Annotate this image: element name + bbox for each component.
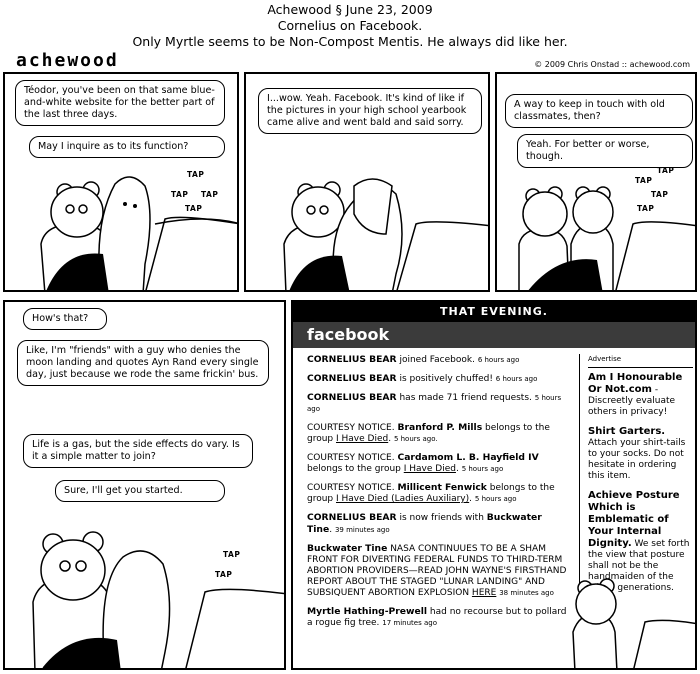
tap-sound: TAP — [187, 170, 205, 179]
tap-sound: TAP — [635, 176, 653, 185]
tap-sound: TAP — [201, 190, 219, 199]
speech-bubble-7: Like, I'm "friends" with a guy who denie… — [17, 340, 269, 386]
speech-bubble-2: May I inquire as to its function? — [29, 136, 225, 158]
speech-bubble-1: Téodor, you've been on that same blue-an… — [15, 80, 225, 126]
copyright: © 2009 Chris Onstad :: achewood.com — [534, 60, 690, 69]
speech-bubble-6: How's that? — [23, 308, 107, 330]
panel-5: THAT EVENING. facebook CORNELIUS BEAR jo… — [291, 300, 697, 670]
panel-1: Téodor, you've been on that same blue-an… — [3, 72, 239, 292]
tap-sound: TAP — [171, 190, 189, 199]
panel-3: A way to keep in touch with old classmat… — [495, 72, 697, 292]
speech-bubble-5: Yeah. For better or worse, though. — [517, 134, 693, 168]
speech-bubble-4: A way to keep in touch with old classmat… — [505, 94, 693, 128]
achewood-logo: achewood — [16, 50, 119, 71]
tap-sound: TAP — [223, 550, 241, 559]
speech-bubble-9: Sure, I'll get you started. — [55, 480, 225, 502]
tap-sound: TAP — [651, 190, 669, 199]
subtitle-line: Only Myrtle seems to be Non-Compost Ment… — [132, 34, 568, 49]
tap-sound: TAP — [215, 570, 233, 579]
comic-header: Achewood § June 23, 2009 Cornelius on Fa… — [0, 2, 700, 50]
tap-sound: TAP — [185, 204, 203, 213]
tap-sound: TAP — [637, 204, 655, 213]
date-line: Achewood § June 23, 2009 — [267, 2, 433, 17]
speech-bubble-3: I...wow. Yeah. Facebook. It's kind of li… — [258, 88, 482, 134]
panel-2: I...wow. Yeah. Facebook. It's kind of li… — [244, 72, 490, 292]
panel-4: How's that? Like, I'm "friends" with a g… — [3, 300, 286, 670]
speech-bubble-8: Life is a gas, but the side effects do v… — [23, 434, 253, 468]
title-line: Cornelius on Facebook. — [277, 18, 423, 33]
panel-5-bear-art — [572, 578, 695, 668]
